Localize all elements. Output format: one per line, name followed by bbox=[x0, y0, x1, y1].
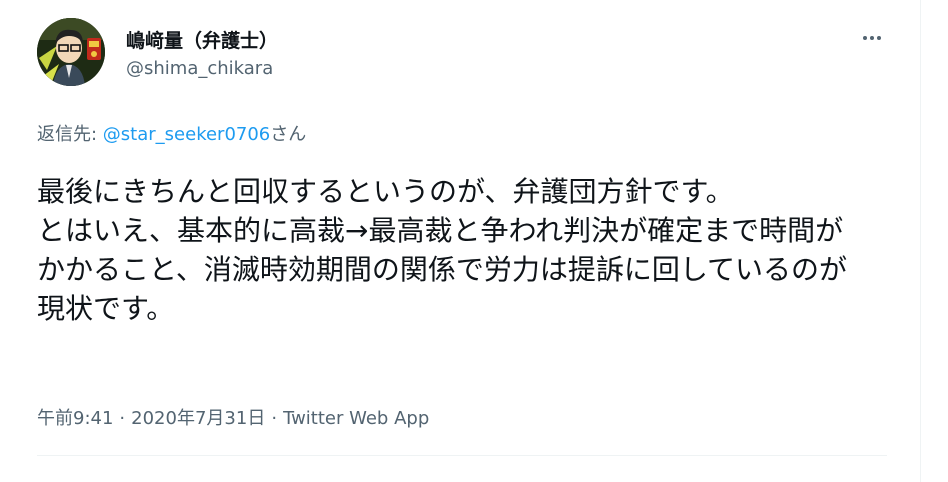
avatar[interactable] bbox=[37, 18, 105, 86]
more-horizontal-icon bbox=[862, 36, 883, 40]
reply-prefix: 返信先: bbox=[37, 124, 103, 145]
reply-context: 返信先: @star_seeker0706さん bbox=[37, 120, 306, 146]
tweet-metadata: 午前9:41 · 2020年7月31日 · Twitter Web App bbox=[37, 404, 429, 430]
reply-mention-link[interactable]: @star_seeker0706 bbox=[103, 124, 270, 145]
user-handle[interactable]: @shima_chikara bbox=[126, 58, 273, 79]
tweet: 嶋﨑量（弁護士） @shima_chikara 返信先: @star_seeke… bbox=[0, 0, 908, 482]
avatar-illustration bbox=[37, 18, 105, 86]
tweet-text: 最後にきちんと回収するというのが、弁護団方針です。 とはいえ、基本的に高裁→最高… bbox=[37, 175, 848, 325]
tweet-source[interactable]: Twitter Web App bbox=[283, 408, 429, 429]
divider bbox=[37, 455, 887, 456]
meta-separator-2: · bbox=[271, 408, 278, 429]
tweet-date[interactable]: 2020年7月31日 bbox=[131, 408, 265, 429]
more-options-button[interactable] bbox=[852, 24, 892, 52]
reply-suffix: さん bbox=[270, 124, 307, 145]
tweet-time[interactable]: 午前9:41 bbox=[37, 408, 113, 429]
display-name[interactable]: 嶋﨑量（弁護士） bbox=[126, 26, 278, 53]
meta-separator: · bbox=[119, 408, 126, 429]
scrollbar[interactable] bbox=[920, 0, 929, 482]
